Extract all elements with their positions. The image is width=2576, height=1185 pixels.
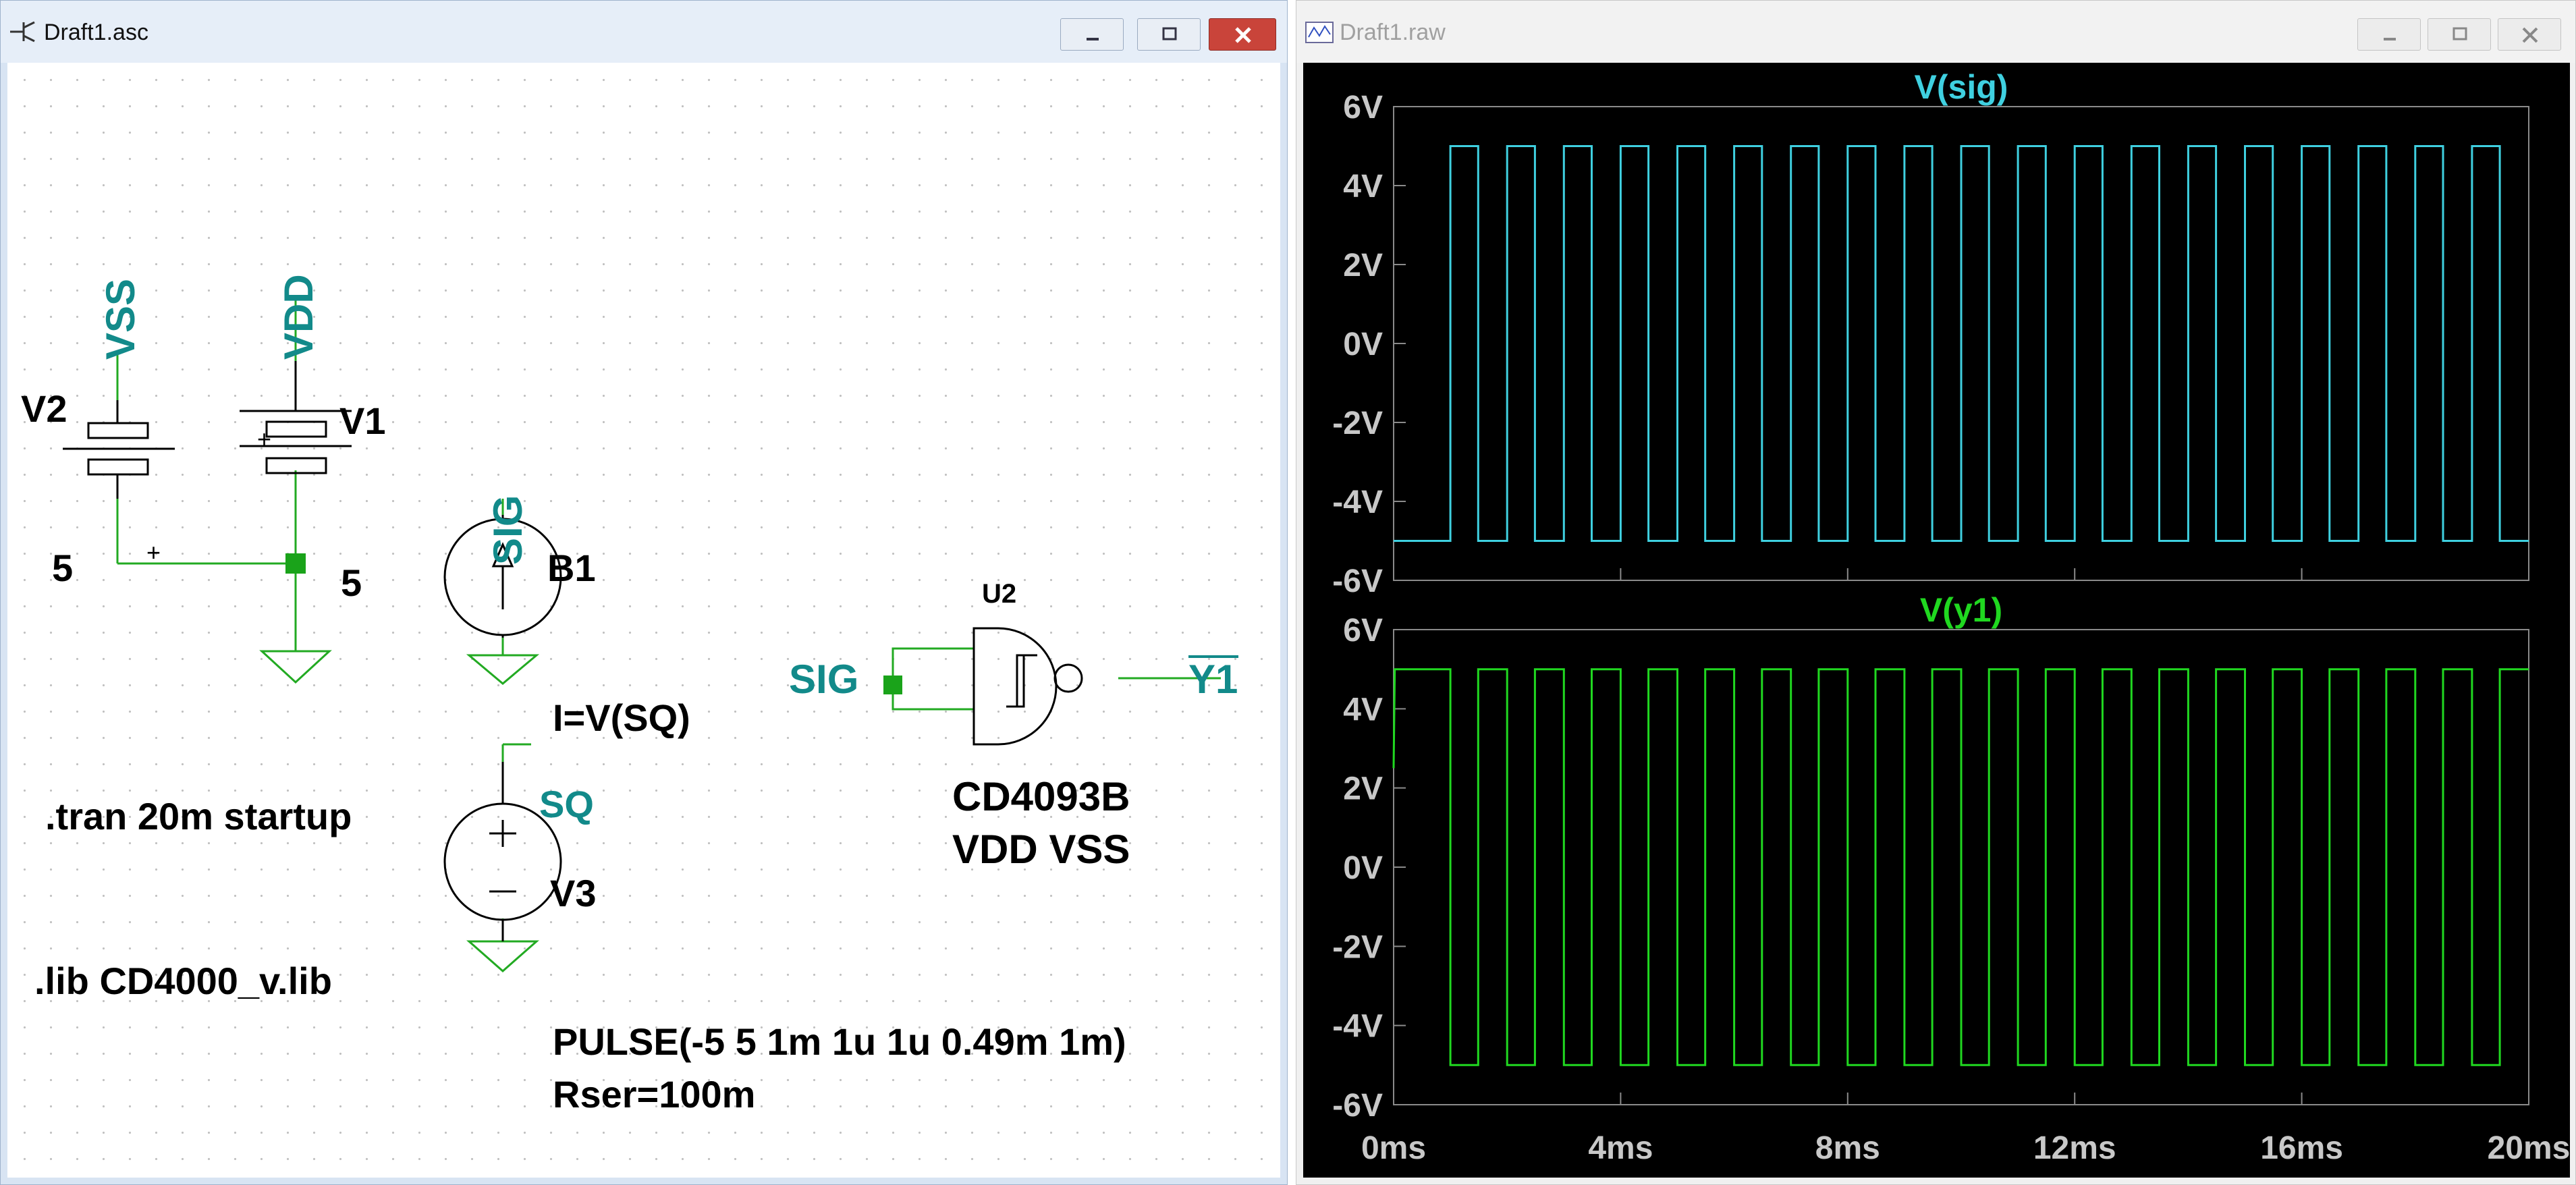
trace-title-y1[interactable]: V(y1) xyxy=(1920,591,2002,629)
y-tick-label: 2V xyxy=(1343,771,1383,807)
schematic-drawing[interactable]: VSS VDD V2 5 + V1 5 + SIG B1 I=V(SQ) SQ … xyxy=(7,63,1282,1179)
minimize-icon xyxy=(2384,38,2396,40)
y-tick-label: 6V xyxy=(1343,90,1383,126)
close-button[interactable] xyxy=(1209,18,1276,51)
trace-title-sig[interactable]: V(sig) xyxy=(1915,68,2008,106)
component-part-u2: CD4093B xyxy=(952,774,1130,819)
waveform-plot[interactable]: V(sig) 6V 4V 2V 0V -2V -4V -6V V(y1) 6V 4V 2V 0V -2V -… xyxy=(1303,63,2571,1179)
waveform-app-icon xyxy=(1305,22,1334,43)
minimize-button[interactable] xyxy=(2357,18,2421,51)
net-label-sig: SIG xyxy=(485,495,530,565)
nand-schmitt-gate-u2[interactable] xyxy=(972,627,1083,746)
y-tick-label: 4V xyxy=(1343,169,1383,204)
net-label-vss: VSS xyxy=(98,279,143,360)
trace-y1[interactable] xyxy=(1392,668,2529,1066)
schematic-window[interactable]: Draft1.asc VSS VDD V2 5 + V1 5 + SIG B1 … xyxy=(0,0,1288,1185)
y-tick-label: 0V xyxy=(1343,327,1383,362)
schematic-canvas[interactable]: VSS VDD V2 5 + V1 5 + SIG B1 I=V(SQ) SQ … xyxy=(7,63,1280,1178)
y-tick-label: -6V xyxy=(1332,563,1383,599)
component-name-v2: V2 xyxy=(21,387,67,430)
ground-symbol xyxy=(259,650,332,684)
component-name-u2: U2 xyxy=(982,579,1016,609)
spice-directive-tran: .tran 20m startup xyxy=(45,795,352,837)
component-value-v3: PULSE(-5 5 1m 1u 1u 0.49m 1m) xyxy=(553,1020,1126,1063)
minimize-icon xyxy=(1087,38,1099,40)
junction-dot xyxy=(285,553,306,574)
y-tick-label: 2V xyxy=(1343,248,1383,283)
waveform-titlebar[interactable]: Draft1.raw xyxy=(1296,1,2575,63)
battery-v2[interactable] xyxy=(63,400,175,499)
ground-symbol xyxy=(466,940,539,972)
x-tick-label: 16ms xyxy=(2260,1130,2343,1166)
component-value-v1: 5 xyxy=(341,561,362,604)
maximize-button[interactable] xyxy=(1137,18,1201,51)
ground-symbol xyxy=(466,654,540,685)
wire xyxy=(892,647,974,685)
component-value-b1: I=V(SQ) xyxy=(553,696,690,739)
x-tick-label: 4ms xyxy=(1588,1130,1653,1166)
close-icon xyxy=(1235,27,1251,43)
maximize-button[interactable] xyxy=(2428,18,2491,51)
net-label-vdd: VDD xyxy=(276,274,321,360)
maximize-icon xyxy=(2452,27,2467,40)
wire xyxy=(892,685,974,711)
waveform-window-title: Draft1.raw xyxy=(1340,20,1446,45)
y-tick-label: 4V xyxy=(1343,692,1383,727)
minimize-button[interactable] xyxy=(1060,18,1124,51)
x-tick-label: 12ms xyxy=(2033,1130,2116,1166)
x-tick-label: 8ms xyxy=(1815,1130,1880,1166)
component-name-v1: V1 xyxy=(339,399,386,442)
component-name-b1: B1 xyxy=(547,547,596,589)
net-label-sig-input: SIG xyxy=(789,657,858,702)
component-value-v2: 5 xyxy=(52,547,73,589)
trace-sig[interactable] xyxy=(1394,145,2529,542)
waveform-window[interactable]: Draft1.raw V(sig) 6V 4V 2V 0V -2V -4V -6V V(y1) 6… xyxy=(1296,0,2576,1185)
component-name-v3: V3 xyxy=(550,872,597,914)
x-tick-label: 0ms xyxy=(1361,1130,1426,1166)
net-label-sq: SQ xyxy=(539,783,594,825)
y-tick-label: 6V xyxy=(1343,613,1383,649)
port-sig xyxy=(883,676,902,694)
schematic-window-title: Draft1.asc xyxy=(44,20,148,45)
battery-v1[interactable] xyxy=(240,361,352,474)
net-label-y1-output: Y1 xyxy=(1188,657,1238,702)
y-tick-label: -4V xyxy=(1332,1009,1383,1045)
ltspice-schematic-icon xyxy=(10,21,35,43)
close-button[interactable] xyxy=(2498,18,2561,51)
plus-sign: + xyxy=(257,425,271,453)
y-tick-label: 0V xyxy=(1343,850,1383,886)
close-icon xyxy=(2522,27,2538,43)
waveform-plot-area[interactable]: V(sig) 6V 4V 2V 0V -2V -4V -6V V(y1) 6V 4V 2V 0V -2V -… xyxy=(1303,63,2570,1178)
component-rser-v3: Rser=100m xyxy=(553,1073,755,1115)
y-tick-label: -2V xyxy=(1332,406,1383,441)
spice-directive-lib: .lib CD4000_v.lib xyxy=(34,960,332,1002)
x-tick-label: 20ms xyxy=(2488,1130,2571,1166)
plus-sign: + xyxy=(146,539,161,566)
component-pins-u2: VDD VSS xyxy=(952,827,1130,872)
schematic-titlebar[interactable]: Draft1.asc xyxy=(1,1,1287,63)
y-tick-label: -2V xyxy=(1332,929,1383,965)
y-tick-label: -4V xyxy=(1332,485,1383,520)
y-tick-label: -6V xyxy=(1332,1088,1383,1124)
maximize-icon xyxy=(1162,27,1177,40)
